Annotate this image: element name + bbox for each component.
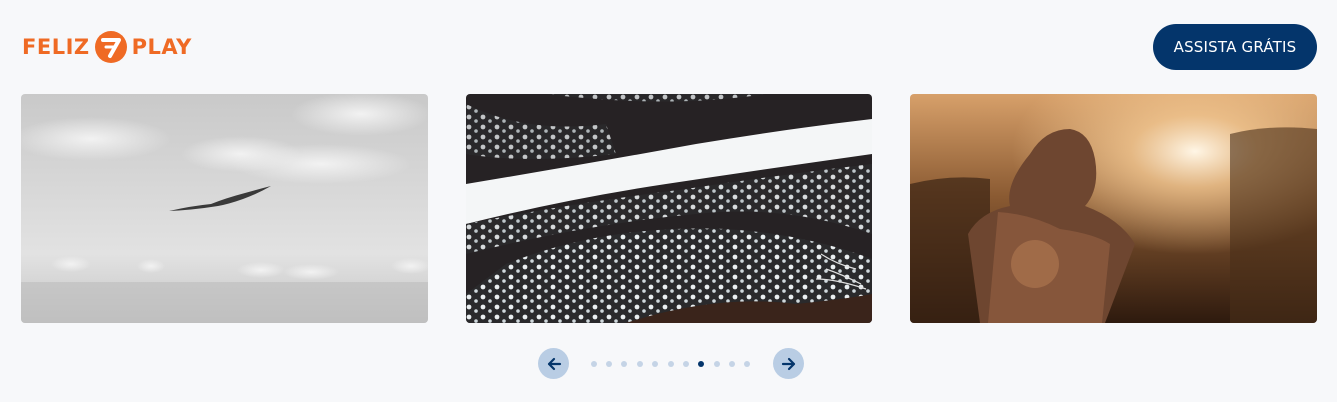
pager-dot[interactable] [606,360,613,367]
carousel-slides [21,94,1317,323]
logo-text-left: FELIZ [22,35,90,59]
woman-sunset-image [910,94,1317,323]
slide-seagull[interactable] [21,94,428,323]
pager-dot[interactable] [713,360,720,367]
ocean-waves-image [466,94,872,323]
previous-slide-button[interactable] [538,348,569,379]
pager-dot[interactable] [621,360,628,367]
seagull-image [21,94,428,323]
arrow-right-icon [781,357,795,370]
logo-mark-icon [94,31,127,63]
carousel-pager [538,348,805,379]
pager-dot[interactable] [729,360,736,367]
pager-dot[interactable] [744,360,751,367]
pager-dot[interactable] [667,360,674,367]
slide-ocean-waves[interactable] [466,94,872,323]
feliz7play-logo[interactable]: FELIZ PLAY [22,31,192,63]
pager-dot[interactable] [682,360,689,367]
logo-text-right: PLAY [131,35,192,59]
pager-dots [586,360,755,367]
slide-woman-sunset[interactable] [910,94,1317,323]
pager-dot[interactable] [590,360,597,367]
arrow-left-icon [547,357,561,370]
page: FELIZ PLAY ASSISTA GRÁTIS [0,0,1337,402]
pager-dot[interactable] [636,360,643,367]
watch-free-button[interactable]: ASSISTA GRÁTIS [1153,24,1317,70]
pager-dot-active[interactable] [698,360,705,367]
pager-dot[interactable] [652,360,659,367]
next-slide-button[interactable] [773,348,805,379]
